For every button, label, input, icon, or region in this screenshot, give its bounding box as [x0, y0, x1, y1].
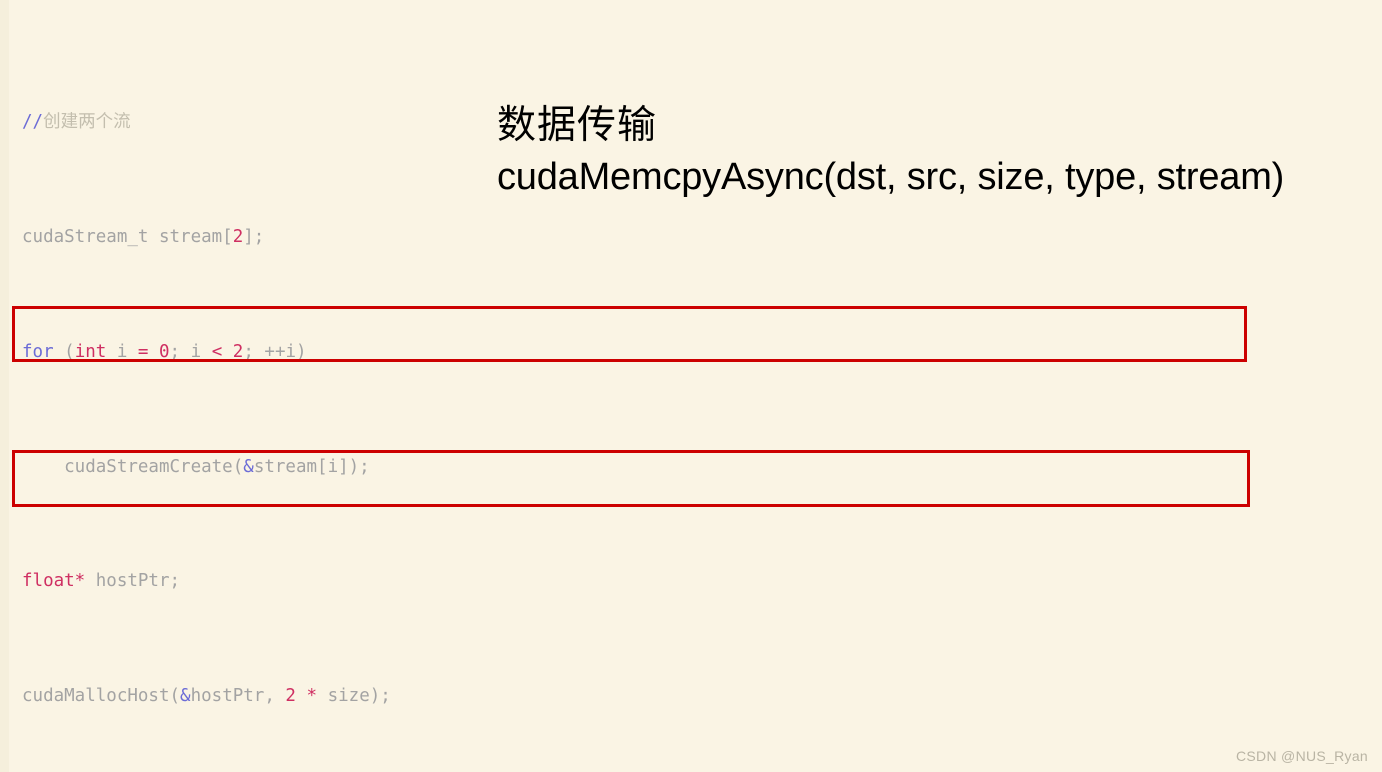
- code-line-4: cudaStreamCreate(&stream[i]);: [22, 456, 370, 477]
- title-overlay: 数据传输 cudaMemcpyAsync(dst, src, size, typ…: [497, 100, 1284, 202]
- slide-canvas: //创建两个流 cudaStream_t stream[2]; for (int…: [0, 0, 1382, 772]
- code-line-2: cudaStream_t stream[2];: [22, 226, 265, 247]
- code-line-5: float* hostPtr;: [22, 571, 181, 592]
- left-gutter-strip: [0, 0, 9, 772]
- code-line-3: for (int i = 0; i < 2; ++i): [22, 341, 307, 362]
- code-line-6: cudaMallocHost(&hostPtr, 2 * size);: [22, 686, 391, 707]
- api-signature: cudaMemcpyAsync(dst, src, size, type, st…: [497, 156, 1285, 198]
- csdn-watermark: CSDN @NUS_Ryan: [1236, 748, 1368, 764]
- title-heading: 数据传输: [497, 104, 658, 147]
